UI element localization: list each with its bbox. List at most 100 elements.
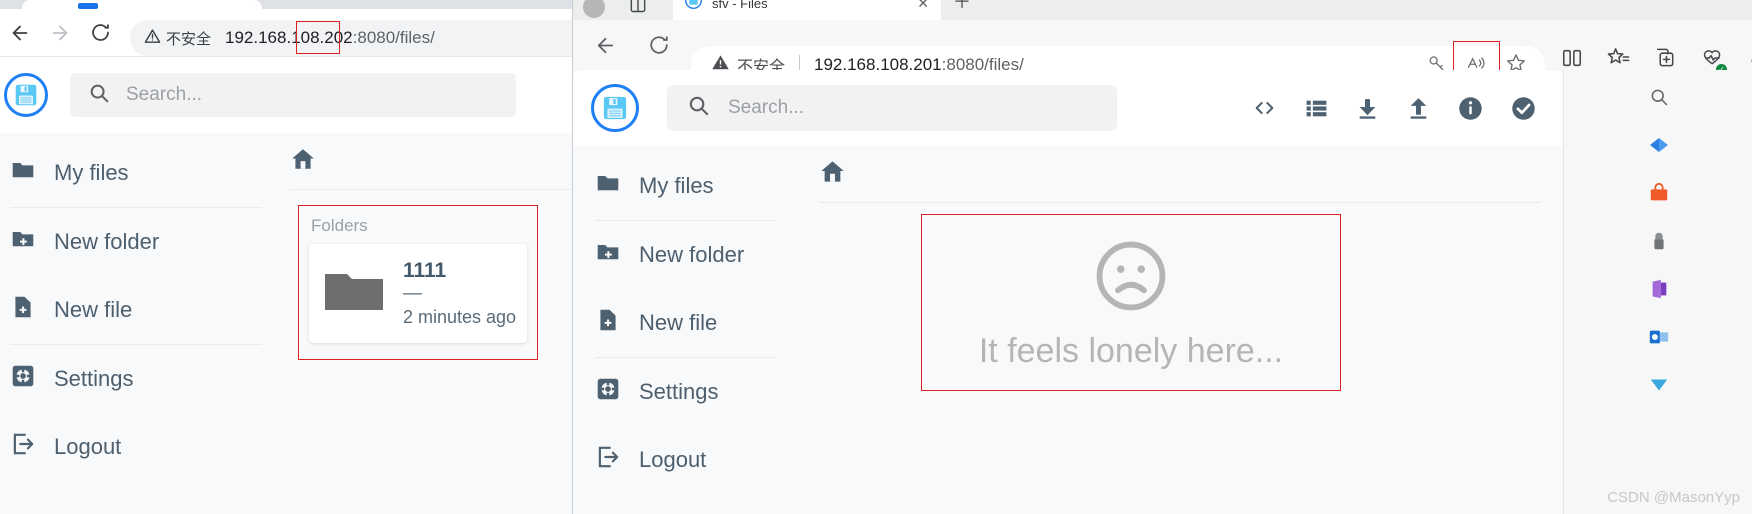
shopping-icon[interactable]	[1646, 180, 1672, 206]
sidebar-item-new-file[interactable]: New file	[0, 276, 278, 344]
right-search-input[interactable]: Search...	[667, 85, 1117, 131]
browser-tab[interactable]: sfv - Files ✕	[673, 0, 941, 20]
left-address-bar[interactable]: 不安全 192.168.108.202:8080/files/	[130, 20, 572, 56]
back-arrow-icon[interactable]	[585, 25, 625, 65]
security-warning-label: 不安全	[166, 30, 212, 48]
left-app-page: Search... My files New folder New file S…	[0, 57, 572, 514]
folder-plus-icon	[595, 239, 621, 271]
left-tab-strip	[0, 0, 572, 9]
back-arrow-icon[interactable]	[0, 13, 40, 53]
office-icon[interactable]	[1646, 276, 1672, 302]
gear-icon	[10, 363, 36, 395]
left-active-tab[interactable]	[22, 0, 262, 9]
sidebar-label: My files	[54, 160, 129, 185]
right-omnibox-bar: 不安全 192.168.108.201:8080/files/ ✓	[573, 20, 1752, 84]
outlook-icon[interactable]	[1646, 324, 1672, 350]
left-omnibox-bar: 不安全 192.168.108.202:8080/files/	[0, 9, 572, 57]
breadcrumb	[278, 133, 572, 189]
sidebar-label: New folder	[54, 229, 160, 254]
sidebar-label: New folder	[639, 242, 745, 267]
logout-icon	[10, 431, 36, 463]
right-app-toolbar	[1251, 95, 1563, 122]
upload-icon[interactable]	[1406, 96, 1431, 121]
home-icon[interactable]	[819, 158, 846, 190]
list-view-icon[interactable]	[1304, 96, 1329, 121]
file-plus-icon	[595, 307, 621, 339]
right-app-header: Search...	[573, 70, 1563, 146]
folder-item-modified: 2 minutes ago	[403, 307, 517, 328]
left-main-content: Folders 1111 — 2 minutes ago	[278, 133, 572, 514]
csdn-watermark: CSDN @MasonYyp	[1607, 489, 1740, 506]
right-main-content: It feels lonely here...	[791, 146, 1563, 514]
copilot-icon[interactable]	[1646, 132, 1672, 158]
sidebar-label: My files	[639, 173, 714, 198]
breadcrumb	[791, 146, 1563, 202]
sidebar-item-my-files[interactable]: My files	[573, 152, 791, 220]
right-tab-strip: sfv - Files ✕ ＋	[573, 0, 1752, 20]
right-browser-window: sfv - Files ✕ ＋ 不安全 192.168.108.201:8080…	[572, 0, 1752, 514]
folder-list-item[interactable]: 1111 — 2 minutes ago	[309, 244, 527, 344]
folder-icon	[10, 157, 36, 189]
floppy-disk-logo[interactable]	[591, 84, 639, 132]
sidebar-label: Logout	[54, 434, 122, 459]
left-app-header: Search...	[0, 57, 572, 133]
warning-triangle-icon	[144, 28, 161, 49]
sidebar-label: Settings	[639, 379, 719, 404]
reload-icon[interactable]	[80, 13, 120, 53]
download-icon[interactable]	[1355, 96, 1380, 121]
right-search-placeholder: Search...	[728, 97, 805, 118]
left-url-text: 192.168.108.202:8080/files/	[225, 28, 435, 48]
sidebar-item-new-file[interactable]: New file	[573, 289, 791, 357]
left-app-body: My files New folder New file Settings Lo…	[0, 133, 572, 514]
forward-arrow-icon[interactable]	[40, 13, 80, 53]
folder-icon	[595, 170, 621, 202]
folders-section-highlighted: Folders 1111 — 2 minutes ago	[298, 205, 538, 361]
left-search-input[interactable]: Search...	[70, 73, 516, 117]
sad-face-icon	[1090, 235, 1172, 322]
sidebar-item-logout[interactable]: Logout	[573, 426, 791, 494]
edge-sidebar-rail	[1563, 70, 1752, 514]
floppy-disk-favicon	[685, 0, 702, 14]
sidebar-item-new-folder[interactable]: New folder	[0, 208, 278, 276]
info-icon[interactable]	[1457, 95, 1484, 122]
right-sidebar: My files New folder New file Settings Lo…	[573, 146, 791, 514]
games-icon[interactable]	[1646, 228, 1672, 254]
folders-section-label: Folders	[311, 216, 368, 235]
search-icon[interactable]	[1646, 84, 1672, 110]
folder-item-name: 1111	[403, 259, 447, 282]
empty-state-text: It feels lonely here...	[978, 331, 1284, 370]
file-plus-icon	[10, 294, 36, 326]
close-icon[interactable]: ✕	[917, 0, 929, 12]
floppy-disk-logo[interactable]	[4, 73, 48, 117]
sidebar-item-settings[interactable]: Settings	[573, 358, 791, 426]
right-app-page: Search... My files New folder New file S…	[573, 70, 1563, 514]
gear-icon	[595, 376, 621, 408]
sidebar-label: New file	[639, 310, 718, 335]
profile-avatar-icon[interactable]	[583, 0, 605, 18]
right-app-body: My files New folder New file Settings Lo…	[573, 146, 1563, 514]
sidebar-item-my-files[interactable]: My files	[0, 139, 278, 207]
tab-split-icon[interactable]	[628, 0, 650, 14]
home-icon[interactable]	[290, 146, 316, 177]
security-warning-chip[interactable]: 不安全	[144, 28, 211, 49]
plus-icon[interactable]: ＋	[953, 0, 971, 14]
search-icon	[88, 82, 110, 109]
code-icon[interactable]	[1251, 97, 1278, 119]
sidebar-item-logout[interactable]: Logout	[0, 413, 278, 481]
select-all-icon[interactable]	[1510, 95, 1537, 122]
tools-icon[interactable]	[1646, 372, 1672, 398]
reload-icon[interactable]	[639, 25, 679, 65]
left-browser-window: 不安全 192.168.108.202:8080/files/ Search..…	[0, 0, 572, 514]
sidebar-item-new-folder[interactable]: New folder	[573, 221, 791, 289]
left-url-rest: :8080/files/	[352, 28, 435, 47]
left-url-host: 192.168.108.202	[225, 28, 353, 47]
search-icon	[687, 94, 710, 122]
browser-tab-title: sfv - Files	[712, 0, 768, 11]
logout-icon	[595, 444, 621, 476]
sidebar-item-settings[interactable]: Settings	[0, 345, 278, 413]
screenshot-stage: 不安全 192.168.108.202:8080/files/ Search..…	[0, 0, 1752, 514]
breadcrumb-divider	[290, 189, 572, 190]
folder-item-size: —	[403, 283, 422, 305]
breadcrumb-divider	[819, 202, 1541, 203]
folder-item-meta: 1111 — 2 minutes ago	[403, 258, 516, 329]
